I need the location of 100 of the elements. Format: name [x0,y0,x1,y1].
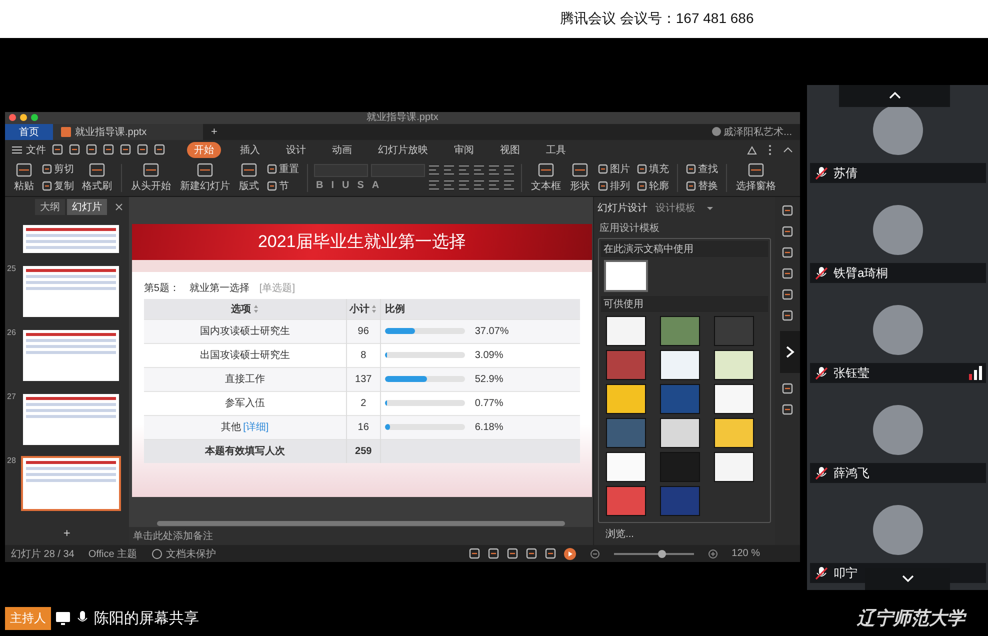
share-icon[interactable] [746,144,758,156]
ribbon-tab[interactable]: 工具 [539,142,573,158]
muted-mic-icon[interactable] [814,466,828,480]
ribbon-button[interactable]: 节 [265,179,301,194]
ribbon-tab[interactable]: 视图 [493,142,527,158]
align-icon[interactable] [473,164,485,176]
toolbar-icon[interactable] [526,548,537,560]
slide-thumbnail[interactable] [21,456,121,511]
zoom-level[interactable]: 120 % [732,548,760,560]
template-thumbnail[interactable] [606,350,646,380]
ribbon-button[interactable]: 排列 [596,179,632,194]
toolbar-icon[interactable] [598,181,608,192]
ribbon-button[interactable]: 重置 [265,162,301,176]
slide-thumbnail[interactable] [21,222,121,255]
muted-mic-icon[interactable] [814,366,828,380]
toolbar-icon[interactable] [782,268,793,279]
template-thumbnail[interactable] [714,350,754,380]
ribbon-tab[interactable]: 幻灯片放映 [371,142,435,158]
close-button[interactable] [9,114,16,122]
ribbon-button[interactable]: 从头开始 [128,162,174,193]
toolbar-icon[interactable] [637,181,647,192]
zoom-out-icon[interactable] [590,548,600,559]
pane-tab[interactable]: 幻灯片设计 [598,200,648,215]
ribbon-button[interactable]: 新建幻灯片 [177,162,233,193]
template-thumbnail[interactable] [606,486,646,516]
toolbar-icon[interactable] [154,144,165,156]
align-icon[interactable] [503,164,515,176]
align-icon[interactable] [458,164,470,176]
column-header[interactable]: 小计 [346,298,380,320]
ribbon-button[interactable]: 版式 [236,162,262,193]
template-thumbnail[interactable] [606,316,646,346]
panel-tab[interactable]: 大纲 [35,198,65,215]
ribbon-button[interactable]: 文本框 [528,162,564,193]
toolbar-icon[interactable] [686,164,696,174]
toolbar-icon[interactable] [42,164,52,174]
protection-status[interactable]: 文档未保护 [166,546,216,561]
file-menu[interactable]: 文件 [11,142,46,157]
template-thumbnail[interactable] [660,384,700,414]
ribbon-button[interactable]: 填充 [635,162,671,176]
ribbon-button[interactable]: 粘贴 [11,162,37,193]
toolbar-icon[interactable] [468,548,480,560]
toolbar-icon[interactable] [488,548,499,560]
minimize-button[interactable] [20,114,27,122]
pane-tab[interactable]: 设计模板 [656,200,696,215]
ribbon-button[interactable]: 选择窗格 [733,162,779,193]
format-button[interactable]: I [329,180,336,192]
template-thumbnail[interactable] [606,418,646,448]
align-icon[interactable] [473,179,485,192]
format-button[interactable]: U [340,180,352,192]
toolbar-icon[interactable] [267,181,277,192]
ribbon-tab[interactable]: 设计 [279,142,313,158]
ribbon-button[interactable]: 形状 [567,162,593,193]
toolbar-icon[interactable] [538,162,554,177]
muted-mic-icon[interactable] [814,566,828,580]
template-thumbnail[interactable] [714,452,754,482]
ribbon-button[interactable]: 图片 [596,162,632,176]
new-tab-button[interactable]: + [211,126,218,138]
panel-tab[interactable]: 幻灯片 [67,198,107,215]
toolbar-icon[interactable] [782,288,793,300]
toolbar-icon[interactable] [241,162,257,177]
toolbar-icon[interactable] [544,548,556,560]
font-name-field[interactable] [314,164,368,178]
toolbar-icon[interactable] [42,181,52,192]
template-thumbnail[interactable] [604,260,648,292]
toolbar-icon[interactable] [598,164,608,174]
toolbar-icon[interactable] [506,548,518,560]
format-button[interactable]: B [314,180,326,192]
toolbar-icon[interactable] [572,162,588,177]
toolbar-icon[interactable] [782,246,793,258]
toolbar-icon[interactable] [103,144,114,156]
toolbar-icon[interactable] [782,204,793,216]
ribbon-tab[interactable]: 插入 [233,142,267,158]
slide-thumbnail[interactable] [21,264,121,319]
toolbar-icon[interactable] [52,144,63,156]
template-thumbnail[interactable] [660,350,700,380]
toolbar-icon[interactable] [782,226,793,237]
muted-mic-icon[interactable] [814,266,828,280]
toolbar-icon[interactable] [782,404,793,415]
document-tab[interactable]: 首页 [5,124,53,140]
template-thumbnail[interactable] [660,418,700,448]
template-thumbnail[interactable] [660,316,700,346]
align-icon[interactable] [443,164,455,176]
toolbar-icon[interactable] [89,162,105,177]
toolbar-icon[interactable] [267,164,277,174]
ribbon-button[interactable]: 替换 [684,179,720,194]
toolbar-icon[interactable] [137,144,148,156]
toolbar-icon[interactable] [782,382,793,394]
zoom-slider-thumb[interactable] [658,550,666,558]
ribbon-button[interactable]: 剪切 [40,162,76,176]
browse-link[interactable]: 浏览... [606,527,634,542]
toolbar-icon[interactable] [637,164,647,174]
toolbar-icon[interactable] [120,144,131,156]
play-icon[interactable] [564,548,576,560]
ribbon-button[interactable]: 查找 [684,162,720,176]
slide-thumbnail[interactable] [21,392,121,447]
toolbar-icon[interactable] [748,162,764,177]
toolbar-icon[interactable] [686,181,696,192]
align-icon[interactable] [428,179,440,192]
template-thumbnail[interactable] [606,452,646,482]
shield-icon[interactable] [151,548,164,560]
